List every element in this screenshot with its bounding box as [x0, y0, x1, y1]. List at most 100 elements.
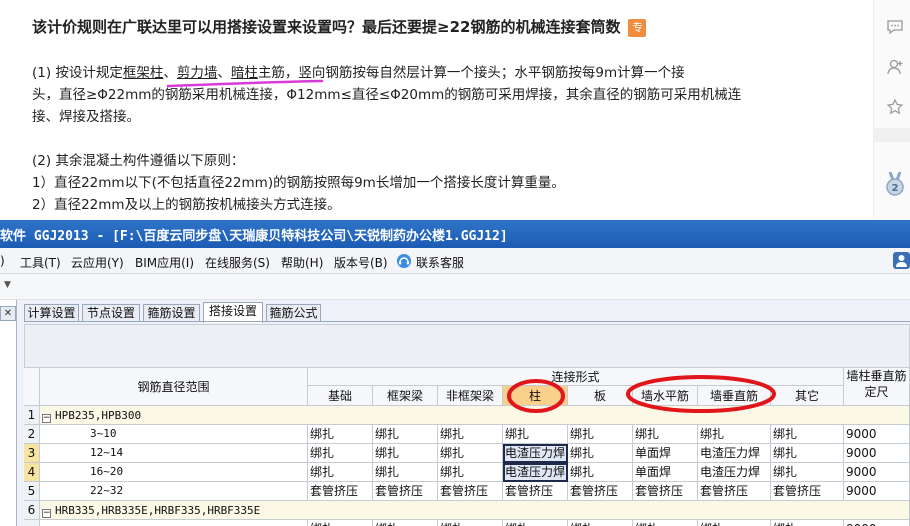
- qa-article: 该计价规则在广联达里可以用搭接设置来设置吗？最后还要提≥22钢筋的机械连接套筒数…: [0, 0, 862, 220]
- medal-icon[interactable]: 2: [885, 172, 905, 198]
- menu-tools[interactable]: 工具(T): [20, 254, 61, 271]
- menu-contact-support[interactable]: 联系客服: [416, 254, 464, 271]
- menu-prefix: ): [0, 254, 5, 268]
- vertical-length-cell[interactable]: 9000: [844, 444, 910, 463]
- vertical-length-cell[interactable]: 9000: [844, 463, 910, 482]
- menu-bim[interactable]: BIM应用(I): [135, 254, 194, 271]
- connection-type-cell[interactable]: 绑扎: [373, 463, 438, 482]
- chevron-down-icon[interactable]: ▼: [4, 280, 11, 290]
- connection-type-cell[interactable]: 电渣压力焊: [698, 444, 771, 463]
- connection-type-cell[interactable]: 套管挤压: [503, 482, 568, 501]
- connection-type-cell[interactable]: 绑扎: [438, 520, 503, 526]
- connection-type-cell[interactable]: 绑扎: [568, 520, 633, 526]
- column-header[interactable]: 框架梁: [373, 386, 438, 406]
- vertical-length-cell[interactable]: 9000: [844, 520, 910, 526]
- connection-type-cell[interactable]: 套管挤压: [373, 482, 438, 501]
- connection-type-cell[interactable]: 单面焊: [633, 444, 698, 463]
- menu-version[interactable]: 版本号(B): [334, 254, 388, 271]
- row-number[interactable]: 2: [24, 425, 40, 444]
- tab-node-settings[interactable]: 节点设置: [82, 304, 140, 322]
- tab-stirrup-settings[interactable]: 箍筋设置: [143, 304, 200, 322]
- connection-type-cell[interactable]: 绑扎: [771, 444, 844, 463]
- connection-type-cell[interactable]: 绑扎: [568, 425, 633, 444]
- tab-calc-settings[interactable]: 计算设置: [24, 304, 79, 322]
- column-header[interactable]: 非框架梁: [438, 386, 503, 406]
- row-number[interactable]: 6: [24, 501, 40, 520]
- row-number[interactable]: 1: [24, 406, 40, 425]
- connection-type-cell[interactable]: 套管挤压: [633, 482, 698, 501]
- connection-type-cell[interactable]: 单面焊: [633, 463, 698, 482]
- column-header[interactable]: 墙垂直筋: [698, 386, 771, 406]
- rail-divider: [874, 128, 910, 142]
- comment-icon[interactable]: [886, 18, 904, 36]
- connection-type-cell[interactable]: 绑扎: [503, 520, 568, 526]
- row-number[interactable]: 4: [24, 463, 40, 482]
- connection-type-cell[interactable]: 绑扎: [698, 520, 771, 526]
- connection-type-cell[interactable]: 套管挤压: [568, 482, 633, 501]
- connection-type-cell[interactable]: 电渣压力焊: [503, 463, 568, 482]
- connection-type-cell[interactable]: 套管挤压: [308, 482, 373, 501]
- collapse-toggle-icon[interactable]: −: [42, 414, 51, 423]
- connection-type-cell[interactable]: 绑扎: [373, 425, 438, 444]
- tab-stirrup-formula[interactable]: 箍筋公式: [266, 304, 321, 322]
- close-icon[interactable]: ✕: [0, 306, 16, 321]
- connection-type-cell[interactable]: 绑扎: [698, 425, 771, 444]
- underlined-term-3: 暗柱: [230, 65, 258, 81]
- add-user-icon[interactable]: [886, 58, 904, 76]
- underlined-term-1: 框架柱: [122, 65, 164, 81]
- tab-lap-settings[interactable]: 搭接设置: [203, 302, 263, 323]
- connection-type-cell[interactable]: 套管挤压: [438, 482, 503, 501]
- column-header[interactable]: 柱: [503, 386, 568, 406]
- connection-type-cell[interactable]: 绑扎: [308, 520, 373, 526]
- diameter-range-cell: 12~14: [40, 444, 308, 463]
- connection-type-cell[interactable]: 绑扎: [438, 444, 503, 463]
- connection-type-cell[interactable]: 电渣压力焊: [503, 444, 568, 463]
- column-header[interactable]: 基础: [308, 386, 373, 406]
- support-icon[interactable]: [396, 253, 412, 269]
- connection-type-cell[interactable]: 绑扎: [373, 444, 438, 463]
- connection-type-cell[interactable]: 绑扎: [438, 463, 503, 482]
- connection-type-cell[interactable]: 绑扎: [503, 425, 568, 444]
- row-number[interactable]: 3: [24, 444, 40, 463]
- collapse-toggle-icon[interactable]: −: [42, 509, 51, 518]
- grade-group-label: HPB235,HPB300: [55, 409, 142, 422]
- question-title-text: 该计价规则在广联达里可以用搭接设置来设置吗？最后还要提≥22钢筋的机械连接套筒数: [32, 18, 621, 36]
- answer-para1-line1: (1) 按设计规定框架柱、剪力墙、暗柱主筋，竖向钢筋按每自然层计算一个接头；水平…: [32, 62, 685, 84]
- menu-cloud[interactable]: 云应用(Y): [71, 254, 124, 271]
- connection-type-cell[interactable]: 绑扎: [771, 520, 844, 526]
- grade-group-row[interactable]: − HRB335,HRB335E,HRBF335,HRBF335E: [40, 501, 910, 520]
- row-number[interactable]: [24, 520, 40, 526]
- grade-group-row[interactable]: − HPB235,HPB300: [40, 406, 910, 425]
- connection-type-cell[interactable]: 绑扎: [308, 444, 373, 463]
- connection-type-cell[interactable]: 绑扎: [438, 425, 503, 444]
- connection-type-cell[interactable]: 电渣压力焊: [698, 463, 771, 482]
- connection-type-cell[interactable]: 绑扎: [633, 425, 698, 444]
- tab-divider: [24, 321, 910, 322]
- user-icon[interactable]: [893, 252, 910, 269]
- answer-para2-line1: (2) 其余混凝土构件遵循以下原则：: [32, 153, 245, 169]
- connection-type-cell[interactable]: 绑扎: [308, 425, 373, 444]
- vertical-length-cell[interactable]: 9000: [844, 425, 910, 444]
- column-header[interactable]: 板: [568, 386, 633, 406]
- diameter-range-cell: 22~32: [40, 482, 308, 501]
- connection-type-cell[interactable]: 绑扎: [568, 463, 633, 482]
- menu-online-service[interactable]: 在线服务(S): [205, 254, 270, 271]
- connection-type-cell[interactable]: 绑扎: [373, 520, 438, 526]
- row-number[interactable]: 5: [24, 482, 40, 501]
- connection-type-cell[interactable]: 绑扎: [771, 425, 844, 444]
- vertical-length-cell[interactable]: 9000: [844, 482, 910, 501]
- column-header[interactable]: 其它: [771, 386, 844, 406]
- menu-bar: ) 工具(T) 云应用(Y) BIM应用(I) 在线服务(S) 帮助(H) 版本…: [0, 248, 910, 274]
- menu-help[interactable]: 帮助(H): [281, 254, 323, 271]
- connection-type-cell[interactable]: 绑扎: [633, 520, 698, 526]
- connection-type-cell[interactable]: 绑扎: [308, 463, 373, 482]
- answer-para2-line3: 2）直径22mm及以上的钢筋按机械接头方式连接。: [32, 197, 341, 213]
- star-icon[interactable]: [886, 98, 904, 116]
- diameter-range-cell: 3~10: [40, 425, 308, 444]
- window-titlebar[interactable]: 软件 GGJ2013 - [F:\百度云同步盘\天瑞康贝特科技公司\天锐制药办公…: [0, 220, 910, 248]
- connection-type-cell[interactable]: 绑扎: [771, 463, 844, 482]
- connection-type-cell[interactable]: 绑扎: [568, 444, 633, 463]
- connection-type-cell[interactable]: 套管挤压: [771, 482, 844, 501]
- connection-type-cell[interactable]: 套管挤压: [698, 482, 771, 501]
- column-header[interactable]: 墙水平筋: [633, 386, 698, 406]
